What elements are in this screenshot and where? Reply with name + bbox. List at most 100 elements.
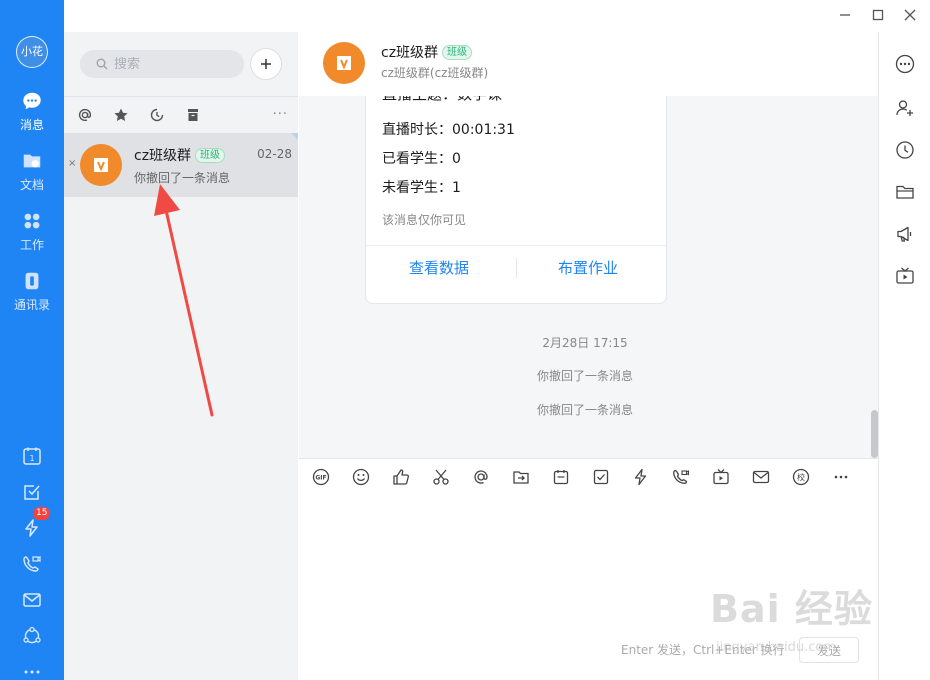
search-input[interactable] (114, 56, 234, 72)
rail-calendar[interactable]: 1 (0, 438, 64, 474)
mail-button[interactable] (749, 465, 773, 489)
gif-icon: GIF (312, 468, 330, 486)
live-button[interactable] (709, 465, 733, 489)
schedule-button[interactable] (549, 465, 573, 489)
rail-tasks[interactable] (0, 474, 64, 510)
private-note: 该消息仅你可见 (382, 213, 467, 227)
calendar-day: 1 (29, 454, 34, 463)
search-box[interactable] (80, 50, 244, 78)
chat-header: cz班级群 班级 cz班级群(cz班级群) (299, 32, 878, 96)
chat-side-panel (878, 32, 930, 680)
chat-group-avatar[interactable] (323, 42, 365, 84)
voice-call-button[interactable] (669, 465, 693, 489)
filter-mentions[interactable] (67, 97, 103, 133)
rail-network[interactable] (0, 618, 64, 654)
rail-video-call[interactable] (0, 546, 64, 582)
rail-item-docs[interactable]: 文档 (0, 148, 64, 208)
rail-mail[interactable] (0, 582, 64, 618)
folder-arrow-icon (513, 471, 529, 484)
send-file-button[interactable] (509, 465, 533, 489)
tv-icon (896, 267, 914, 284)
more-dots-icon (834, 475, 848, 479)
at-sign-icon (474, 470, 488, 484)
chat-scrollbar[interactable] (871, 410, 878, 458)
unread-corner-mark (291, 133, 298, 140)
folder-icon (23, 154, 41, 168)
view-data-button[interactable]: 查看数据 (409, 257, 469, 278)
recall-notice: 你撤回了一条消息 (536, 369, 633, 383)
live-stream-card: 直播主题：数学课 直播时长：00:01:31 已看学生：0 未看学生：1 该消息… (365, 96, 667, 304)
filter-recent[interactable] (139, 97, 175, 133)
close-conversation-icon[interactable]: × (68, 158, 76, 169)
lightning-icon (634, 468, 647, 486)
rail-item-label: 消息 (19, 118, 44, 132)
unwatched-students: 未看学生：1 (382, 180, 461, 196)
folder-icon (896, 185, 914, 199)
megaphone-icon (897, 226, 912, 242)
rail-more[interactable] (0, 654, 64, 680)
chat-more-button[interactable] (893, 52, 917, 76)
video-call-icon (673, 469, 690, 484)
composer-toolbar: GIF 校 (309, 465, 869, 489)
message-list: 直播主题：数学课 直播时长：00:01:31 已看学生：0 未看学生：1 该消息… (299, 96, 878, 458)
gif-button[interactable]: GIF (309, 465, 333, 489)
rail-item-label: 工作 (19, 238, 44, 252)
rail-item-contacts[interactable]: 通讯录 (0, 268, 64, 328)
network-icon (23, 626, 41, 644)
apps-grid-icon (24, 213, 40, 229)
rail-nav: 消息 文档 工作 通讯录 (0, 88, 64, 328)
chat-subtitle: cz班级群(cz班级群) (381, 66, 489, 80)
class-tag: 班级 (442, 44, 473, 60)
task-button[interactable] (589, 465, 613, 489)
mention-button[interactable] (469, 465, 493, 489)
scissors-icon (433, 469, 449, 485)
school-label: 校 (797, 472, 805, 482)
announcement-button[interactable] (893, 222, 917, 246)
rail-flash[interactable]: 15 (0, 507, 64, 546)
chat-title-row: cz班级群 班级 (381, 42, 473, 62)
minimize-button[interactable] (836, 6, 854, 24)
search-icon (96, 58, 108, 70)
card-button-separator (516, 258, 517, 278)
smile-icon (352, 468, 370, 486)
close-window-button[interactable] (901, 6, 919, 24)
filter-more-button[interactable]: ··· (273, 107, 288, 122)
app-rail: 小花 消息 文档 工作 通讯录 1 15 (0, 0, 64, 680)
lightning-icon (25, 519, 38, 537)
add-member-button[interactable] (893, 96, 917, 120)
like-button[interactable] (389, 465, 413, 489)
plus-icon (261, 59, 271, 69)
message-timestamp: 2月28日 17:15 (542, 336, 628, 350)
conversation-name-row: cz班级群 班级 (134, 145, 226, 165)
rail-item-label: 通讯录 (13, 298, 50, 312)
flash-button[interactable] (629, 465, 653, 489)
live-topic: 直播主题：数学课 (382, 96, 502, 104)
at-sign-icon (78, 108, 92, 121)
annotation-arrow (154, 184, 214, 417)
add-user-icon (896, 100, 913, 116)
rail-item-work[interactable]: 工作 (0, 208, 64, 268)
live-stream-button[interactable] (893, 264, 917, 288)
conversation-time: 02-28 (257, 147, 292, 161)
minimize-icon (840, 14, 850, 16)
assign-homework-button[interactable]: 布置作业 (558, 257, 618, 278)
filter-starred[interactable] (103, 97, 139, 133)
checkbox-icon (593, 469, 609, 485)
archive-box-icon (188, 108, 198, 121)
emoji-button[interactable] (349, 465, 373, 489)
more-tools-button[interactable] (829, 465, 853, 489)
chat-history-button[interactable] (893, 138, 917, 162)
more-dots-icon (24, 670, 40, 674)
book-icon (94, 158, 108, 172)
checkbox-icon (24, 485, 40, 500)
notification-badge: 15 (33, 507, 51, 520)
filter-archive[interactable] (175, 97, 211, 133)
screenshot-button[interactable] (429, 465, 453, 489)
add-button[interactable] (250, 48, 282, 80)
class-tag: 班级 (195, 147, 226, 163)
chat-files-button[interactable] (893, 180, 917, 204)
maximize-button[interactable] (869, 6, 887, 24)
rail-item-messages[interactable]: 消息 (0, 88, 64, 148)
school-button[interactable]: 校 (789, 465, 813, 489)
user-avatar[interactable]: 小花 (16, 36, 48, 68)
